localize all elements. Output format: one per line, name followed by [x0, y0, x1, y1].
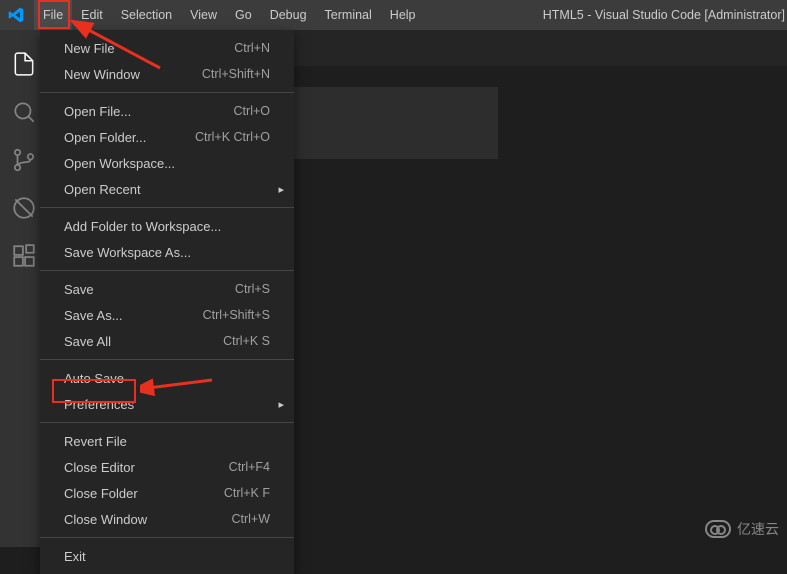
menu-close-editor[interactable]: Close EditorCtrl+F4 — [40, 454, 294, 480]
vscode-logo-icon — [8, 7, 24, 23]
menu-close-folder[interactable]: Close FolderCtrl+K F — [40, 480, 294, 506]
chevron-right-icon: ▸ — [278, 398, 284, 411]
menu-separator — [40, 537, 294, 538]
chevron-right-icon: ▸ — [278, 183, 284, 196]
watermark-text: 亿速云 — [737, 519, 779, 539]
menu-save-as[interactable]: Save As...Ctrl+Shift+S — [40, 302, 294, 328]
menubar-file[interactable]: File — [34, 0, 72, 30]
menu-separator — [40, 207, 294, 208]
menu-new-window[interactable]: New WindowCtrl+Shift+N — [40, 61, 294, 87]
menu-close-window[interactable]: Close WindowCtrl+W — [40, 506, 294, 532]
menu-save[interactable]: SaveCtrl+S — [40, 276, 294, 302]
menu-separator — [40, 92, 294, 93]
menubar-go[interactable]: Go — [226, 0, 261, 30]
menubar-selection[interactable]: Selection — [112, 0, 181, 30]
menu-save-workspace-as[interactable]: Save Workspace As... — [40, 239, 294, 265]
menubar-help[interactable]: Help — [381, 0, 425, 30]
watermark-cloud-icon — [705, 520, 731, 538]
menu-open-recent[interactable]: Open Recent▸ — [40, 176, 294, 202]
menubar: File Edit Selection View Go Debug Termin… — [0, 0, 787, 30]
menu-separator — [40, 422, 294, 423]
menu-open-folder[interactable]: Open Folder...Ctrl+K Ctrl+O — [40, 124, 294, 150]
file-dropdown-menu: New FileCtrl+N New WindowCtrl+Shift+N Op… — [40, 30, 294, 574]
menubar-debug[interactable]: Debug — [261, 0, 316, 30]
menu-auto-save[interactable]: Auto Save — [40, 365, 294, 391]
menu-save-all[interactable]: Save AllCtrl+K S — [40, 328, 294, 354]
menu-separator — [40, 270, 294, 271]
menu-revert-file[interactable]: Revert File — [40, 428, 294, 454]
window-title: HTML5 - Visual Studio Code [Administrato… — [543, 8, 787, 22]
menu-preferences[interactable]: Preferences▸ — [40, 391, 294, 417]
menu-add-folder-workspace[interactable]: Add Folder to Workspace... — [40, 213, 294, 239]
menu-new-file[interactable]: New FileCtrl+N — [40, 35, 294, 61]
watermark: 亿速云 — [705, 519, 779, 539]
menu-open-workspace[interactable]: Open Workspace... — [40, 150, 294, 176]
menubar-terminal[interactable]: Terminal — [316, 0, 381, 30]
menu-separator — [40, 359, 294, 360]
menu-open-file[interactable]: Open File...Ctrl+O — [40, 98, 294, 124]
menubar-view[interactable]: View — [181, 0, 226, 30]
menubar-edit[interactable]: Edit — [72, 0, 112, 30]
